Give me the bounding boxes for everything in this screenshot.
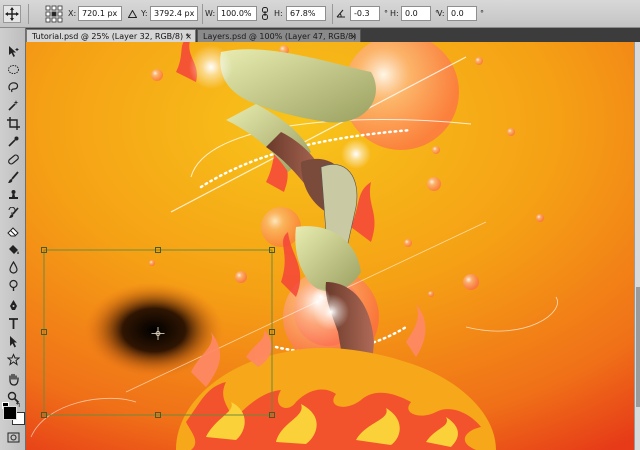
vertical-skew-label: V: — [437, 9, 445, 18]
y-field[interactable]: 3792.4 px — [150, 6, 198, 21]
close-icon[interactable]: × — [185, 30, 192, 42]
document-tab-bar: Tutorial.psd @ 25% (Layer 32, RGB/8) * ×… — [26, 28, 640, 42]
quick-mask-icon[interactable] — [5, 430, 21, 444]
vertical-skew-field[interactable]: 0.0 — [447, 6, 477, 21]
path-selection-tool-icon[interactable] — [5, 334, 21, 348]
height-label: H: — [274, 9, 283, 18]
delta-icon[interactable] — [127, 9, 138, 19]
brush-tool-icon[interactable] — [5, 170, 21, 184]
rotate-field[interactable]: -0.3 — [350, 6, 380, 21]
lasso-tool-icon[interactable] — [5, 80, 21, 94]
document-canvas[interactable] — [26, 42, 634, 450]
tab-label: Layers.psd @ 100% (Layer 47, RGB/8) — [203, 32, 357, 41]
degree-icon: ° — [480, 9, 484, 18]
artwork — [26, 42, 634, 450]
marquee-tool-icon[interactable] — [5, 62, 21, 76]
reference-point-icon[interactable] — [45, 5, 63, 23]
width-label: W: — [205, 9, 216, 18]
rotate-icon — [336, 8, 346, 20]
crop-tool-icon[interactable] — [5, 116, 21, 130]
tab-layers[interactable]: Layers.psd @ 100% (Layer 47, RGB/8) × — [197, 29, 361, 42]
close-icon[interactable]: × — [350, 30, 357, 42]
height-field[interactable]: 67.8% — [286, 6, 326, 21]
type-tool-icon[interactable] — [5, 316, 21, 330]
foreground-background-colors[interactable]: ↰ — [2, 402, 25, 425]
history-brush-tool-icon[interactable] — [5, 206, 21, 220]
tab-tutorial[interactable]: Tutorial.psd @ 25% (Layer 32, RGB/8) * × — [26, 29, 196, 42]
options-bar: X: 720.1 px Y: 3792.4 px W: 100.0% H: 67… — [0, 0, 640, 28]
blur-tool-icon[interactable] — [5, 260, 21, 274]
pen-tool-icon[interactable] — [5, 298, 21, 312]
width-field[interactable]: 100.0% — [217, 6, 257, 21]
vertical-scrollbar[interactable] — [634, 42, 640, 450]
shape-tool-icon[interactable] — [5, 352, 21, 366]
degree-icon: ° — [384, 9, 388, 18]
tools-panel: ↰ — [0, 28, 26, 450]
foreground-color-swatch[interactable] — [3, 406, 17, 420]
dodge-tool-icon[interactable] — [5, 278, 21, 292]
clone-stamp-tool-icon[interactable] — [5, 188, 21, 202]
eyedropper-tool-icon[interactable] — [5, 134, 21, 148]
move-tool-icon[interactable] — [5, 44, 21, 58]
scrollbar-thumb[interactable] — [636, 287, 640, 407]
link-proportions-icon[interactable] — [261, 7, 269, 22]
hand-tool-icon[interactable] — [5, 372, 21, 386]
y-label: Y: — [141, 9, 148, 18]
x-label: X: — [68, 9, 77, 18]
divider — [202, 4, 203, 24]
eraser-tool-icon[interactable] — [5, 224, 21, 238]
divider — [28, 4, 29, 24]
paint-bucket-tool-icon[interactable] — [5, 242, 21, 256]
move-tool-preset-icon[interactable] — [3, 5, 21, 23]
horizontal-skew-label: H: — [390, 9, 399, 18]
x-field[interactable]: 720.1 px — [78, 6, 122, 21]
healing-brush-tool-icon[interactable] — [5, 152, 21, 166]
tab-label: Tutorial.psd @ 25% (Layer 32, RGB/8) * — [32, 32, 190, 41]
magic-wand-tool-icon[interactable] — [5, 98, 21, 112]
horizontal-skew-field[interactable]: 0.0 — [401, 6, 431, 21]
divider — [332, 4, 333, 24]
